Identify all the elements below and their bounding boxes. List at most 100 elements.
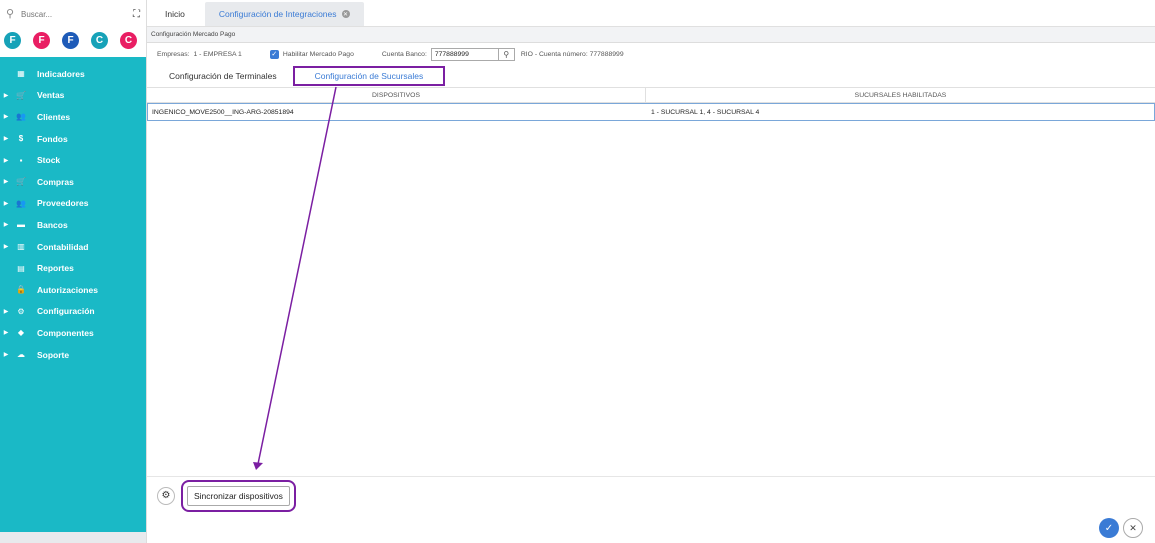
sync-devices-button[interactable]: Sincronizar dispositivos [181,479,296,512]
box-icon: ▪ [19,155,23,165]
sidebar-item-label: Configuración [37,306,95,317]
chevron-right-icon: ▶ [3,308,9,315]
cell-sucursales: 1 - SUCURSAL 1, 4 - SUCURSAL 4 [651,108,760,116]
habilitar-checkbox[interactable]: ✓ [269,49,279,59]
dashboard-icon: ▦ [17,69,25,79]
people-icon: 👥 [16,198,26,208]
confirm-check-icon[interactable]: ✓ [1099,518,1119,538]
sidebar-item-label: Soporte [37,349,70,360]
tab-inicio[interactable]: Inicio [155,2,195,26]
sidebar-item-label: Stock [37,155,61,166]
sidebar: ⚲ ⛶ FFFCC ▦Indicadores▶🛒Ventas▶👥Clientes… [0,0,146,543]
tag-icon: ◆ [17,328,25,338]
gear-icon[interactable]: ⚙ [157,486,175,505]
cell-dispositivo: INGENICO_MOVE2500__ING-ARG-20851894 [152,108,294,116]
sidebar-item-fondos[interactable]: ▶ $ Fondos [0,128,146,150]
sidebar-item-label: Compras [37,176,74,187]
avatar-list: FFFCC [0,28,146,52]
sidebar-search-input[interactable] [21,9,121,19]
fullscreen-icon[interactable]: ⛶ [133,9,140,20]
sidebar-item-contabilidad[interactable]: ▶ ▥ Contabilidad [0,236,146,258]
avatar[interactable]: F [33,31,50,49]
avatar[interactable]: C [91,31,108,49]
sidebar-item-indicadores[interactable]: ▦ Indicadores [0,63,146,85]
sidebar-menu: ▦ Indicadores ▶ 🛒 Ventas ▶ 👥 Clientes ▶ $ Fondos ▶ ▪… [0,57,146,532]
sidebar-item-label: Ventas [37,90,65,101]
confirm-actions: ✓ ✕ [1099,518,1143,538]
tab-label: Inicio [165,9,185,19]
tab-bar: Inicio Configuración de Integraciones ✕ [147,0,1155,27]
people-icon: 👥 [16,112,26,122]
sidebar-item-label: Contabilidad [37,241,89,252]
subtab-sucursales[interactable]: Configuración de Sucursales [292,66,446,86]
filters-row: Empresas: 1 - EMPRESA 1 ✓ Habilitar Merc… [147,43,1155,65]
avatar[interactable]: C [120,31,137,49]
footer-toolbar: ⚙ Sincronizar dispositivos [147,476,1155,514]
sidebar-item-ventas[interactable]: ▶ 🛒 Ventas [0,85,146,107]
chevron-right-icon: ▶ [3,244,9,251]
sidebar-item-componentes[interactable]: ▶ ◆ Componentes [0,322,146,344]
chevron-right-icon: ▶ [3,157,9,164]
cart-icon: 🛒 [16,90,26,100]
sidebar-search: ⚲ ⛶ [0,0,146,28]
column-header-dispositivos[interactable]: DISPOSITIVOS [147,88,646,102]
subtab-terminales[interactable]: Configuración de Terminales [163,66,283,86]
column-header-sucursales[interactable]: SUCURSALES HABILITADAS [646,88,1155,102]
report-icon: ▤ [17,263,25,273]
chevron-right-icon: ▶ [3,136,9,143]
table-row[interactable]: INGENICO_MOVE2500__ING-ARG-20851894 1 - … [147,103,1155,121]
sidebar-bottom-bar [0,532,146,543]
sidebar-item-label: Autorizaciones [37,284,98,295]
tab-label: Configuración de Integraciones [218,9,337,19]
dollar-icon: $ [18,134,24,144]
search-icon[interactable]: ⚲ [498,47,515,61]
cuenta-description: RIO - Cuenta número: 777888999 [520,50,624,58]
main-panel: Inicio Configuración de Integraciones ✕ … [146,0,1155,543]
chevron-right-icon: ▶ [3,330,9,337]
habilitar-label: Habilitar Mercado Pago [282,50,354,58]
chevron-right-icon: ▶ [3,179,9,186]
sidebar-item-label: Componentes [37,327,94,338]
subtab-bar: Configuración de Terminales Configuració… [147,65,1155,87]
chevron-right-icon: ▶ [3,222,9,229]
sidebar-item-configuracion[interactable]: ▶ ⚙ Configuración [0,301,146,323]
sidebar-item-bancos[interactable]: ▶ ▬ Bancos [0,214,146,236]
lock-icon: 🔒 [16,285,26,295]
subtab-label: Configuración de Sucursales [314,71,424,81]
tab-configuracion-integraciones[interactable]: Configuración de Integraciones ✕ [204,2,364,26]
chevron-right-icon: ▶ [3,200,9,207]
chevron-right-icon: ▶ [3,352,9,359]
avatar[interactable]: F [4,31,21,49]
sidebar-item-label: Reportes [37,263,74,274]
sidebar-item-clientes[interactable]: ▶ 👥 Clientes [0,106,146,128]
sidebar-item-label: Fondos [37,133,68,144]
chevron-right-icon: ▶ [3,92,9,99]
cloud-icon: ☁ [17,350,25,360]
sidebar-item-stock[interactable]: ▶ ▪ Stock [0,149,146,171]
book-icon: ▥ [17,242,25,252]
briefcase-icon: ▬ [17,220,25,230]
sidebar-item-autorizaciones[interactable]: 🔒 Autorizaciones [0,279,146,301]
habilitar-checkbox-wrap[interactable]: ✓ Habilitar Mercado Pago [269,49,354,59]
cart-icon: 🛒 [16,177,26,187]
cuenta-input[interactable] [430,47,499,61]
avatar[interactable]: F [62,31,79,49]
search-icon: ⚲ [6,8,15,20]
sidebar-item-label: Indicadores [37,68,85,79]
chevron-right-icon: ▶ [3,114,9,121]
sidebar-item-compras[interactable]: ▶ 🛒 Compras [0,171,146,193]
sidebar-item-label: Proveedores [37,198,89,209]
sidebar-item-label: Clientes [37,111,71,122]
sidebar-item-soporte[interactable]: ▶ ☁ Soporte [0,344,146,366]
cuenta-label: Cuenta Banco: [381,50,427,58]
empresas-label: Empresas: [157,50,190,58]
settings-icon: ⚙ [17,306,25,316]
sidebar-item-reportes[interactable]: ▤ Reportes [0,257,146,279]
empresas-value[interactable]: 1 - EMPRESA 1 [193,51,241,58]
table-header: DISPOSITIVOS SUCURSALES HABILITADAS [147,87,1155,103]
cancel-close-icon[interactable]: ✕ [1123,518,1143,538]
sidebar-item-proveedores[interactable]: ▶ 👥 Proveedores [0,193,146,215]
subtab-label: Configuración de Terminales [169,71,277,81]
close-icon[interactable]: ✕ [341,10,350,18]
sidebar-item-label: Bancos [37,219,68,230]
